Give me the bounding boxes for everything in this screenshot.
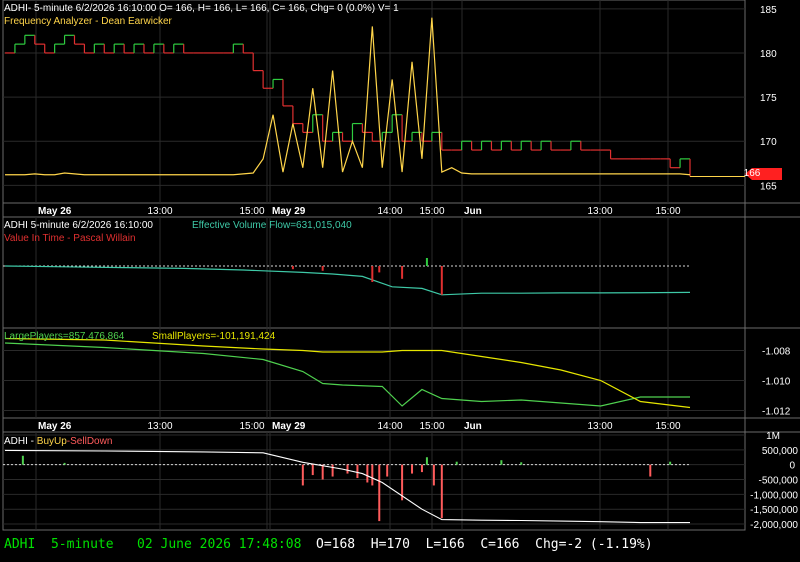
buyup-label: BuyUp (37, 436, 67, 447)
chart-border (2, 0, 746, 531)
time-axis-label: 15:00 (655, 421, 680, 432)
buyup-axis-label: -2,000,000 (750, 520, 798, 531)
time-axis-label: 15:00 (655, 206, 680, 217)
buyup-selldown-panel: 1M 500,000 0 -500,000 -1,000,000 -1,500,000 -2… (3, 431, 798, 531)
cumulative-line (4, 449, 690, 524)
time-axis-label: 14:00 (377, 206, 402, 217)
small-players-label: SmallPlayers=-101,191,424 (152, 331, 276, 342)
price-axis-label: 185 (760, 5, 777, 16)
large-players-label: LargePlayers=857,476,864 (4, 331, 125, 342)
panel2-subheader: Value In Time - Pascal Willain (4, 233, 136, 244)
panel4-prefix: ADHI - (4, 436, 37, 447)
status-left: ADHI 5-minute 02 June 2026 17:48:08 (4, 537, 302, 552)
price-axis-label: 175 (760, 93, 777, 104)
selldown-label: SellDown (70, 436, 112, 447)
panel4-legend: ADHI - BuyUp-SellDown (4, 436, 112, 447)
buyup-axis-label: 500,000 (762, 446, 799, 457)
chart-frame: May 26 13:00 15:00 May 29 14:00 15:00 Jun 13:00… (2, 0, 800, 531)
time-axis-label: 13:00 (587, 421, 612, 432)
buyup-axis-label: -500,000 (759, 476, 799, 487)
price-axis-label: 165 (760, 181, 777, 192)
time-axis-label: May 29 (272, 206, 306, 217)
time-axis-label: Jun (464, 421, 482, 432)
time-axis-label: May 29 (272, 421, 306, 432)
time-axis-label: 13:00 (147, 421, 172, 432)
time-axis-label: 15:00 (419, 421, 444, 432)
frequency-line (5, 17, 691, 176)
panel1-header: ADHI- 5-minute 6/2/2026 16:10:00 O= 166,… (4, 3, 399, 14)
buyup-axis-label: -1,000,000 (750, 490, 798, 501)
panel2-header-left: ADHI 5-minute 6/2/2026 16:10:00 (4, 220, 153, 231)
time-axis-label: Jun (464, 206, 482, 217)
status-right: O=168 H=170 L=166 C=166 Chg=-2 (-1.19%) (316, 537, 653, 552)
players-axis-label: -1.008 (762, 347, 791, 358)
last-price-tag-label: 166 (744, 168, 761, 179)
players-axis-label: -1.012 (762, 407, 791, 418)
price-axis-label: 170 (760, 137, 777, 148)
time-axis-label: 13:00 (587, 206, 612, 217)
buyup-axis-label: -1,500,000 (750, 505, 798, 516)
effective-volume-flow-line (4, 265, 691, 296)
small-players-line (4, 337, 691, 409)
time-axis-label: 15:00 (239, 206, 264, 217)
chart-canvas: May 26 13:00 15:00 May 29 14:00 15:00 Jun 13:00… (2, 0, 800, 531)
time-axis-label: 13:00 (147, 206, 172, 217)
buyup-axis-label: 0 (789, 461, 795, 472)
price-axis-label: 180 (760, 49, 777, 60)
volume-flow-panel (3, 258, 691, 296)
players-panel: -1.008 -1.010 -1.012 (3, 337, 791, 418)
buyup-axis-label: 1M (766, 431, 780, 442)
time-axis-label: May 26 (38, 421, 72, 432)
status-bar: ADHI 5-minute 02 June 2026 17:48:08 O=16… (0, 532, 800, 562)
time-axis-label: May 26 (38, 206, 72, 217)
time-axis-label: 14:00 (377, 421, 402, 432)
panel1-subheader: Frequency Analyzer - Dean Earwicker (4, 16, 173, 27)
time-axis-label: 15:00 (239, 421, 264, 432)
players-axis-label: -1.010 (762, 377, 791, 388)
time-axis-label: 15:00 (419, 206, 444, 217)
panel2-header-right: Effective Volume Flow=631,015,040 (192, 220, 352, 231)
price-panel: 165 170 175 180 185 (3, 5, 782, 192)
